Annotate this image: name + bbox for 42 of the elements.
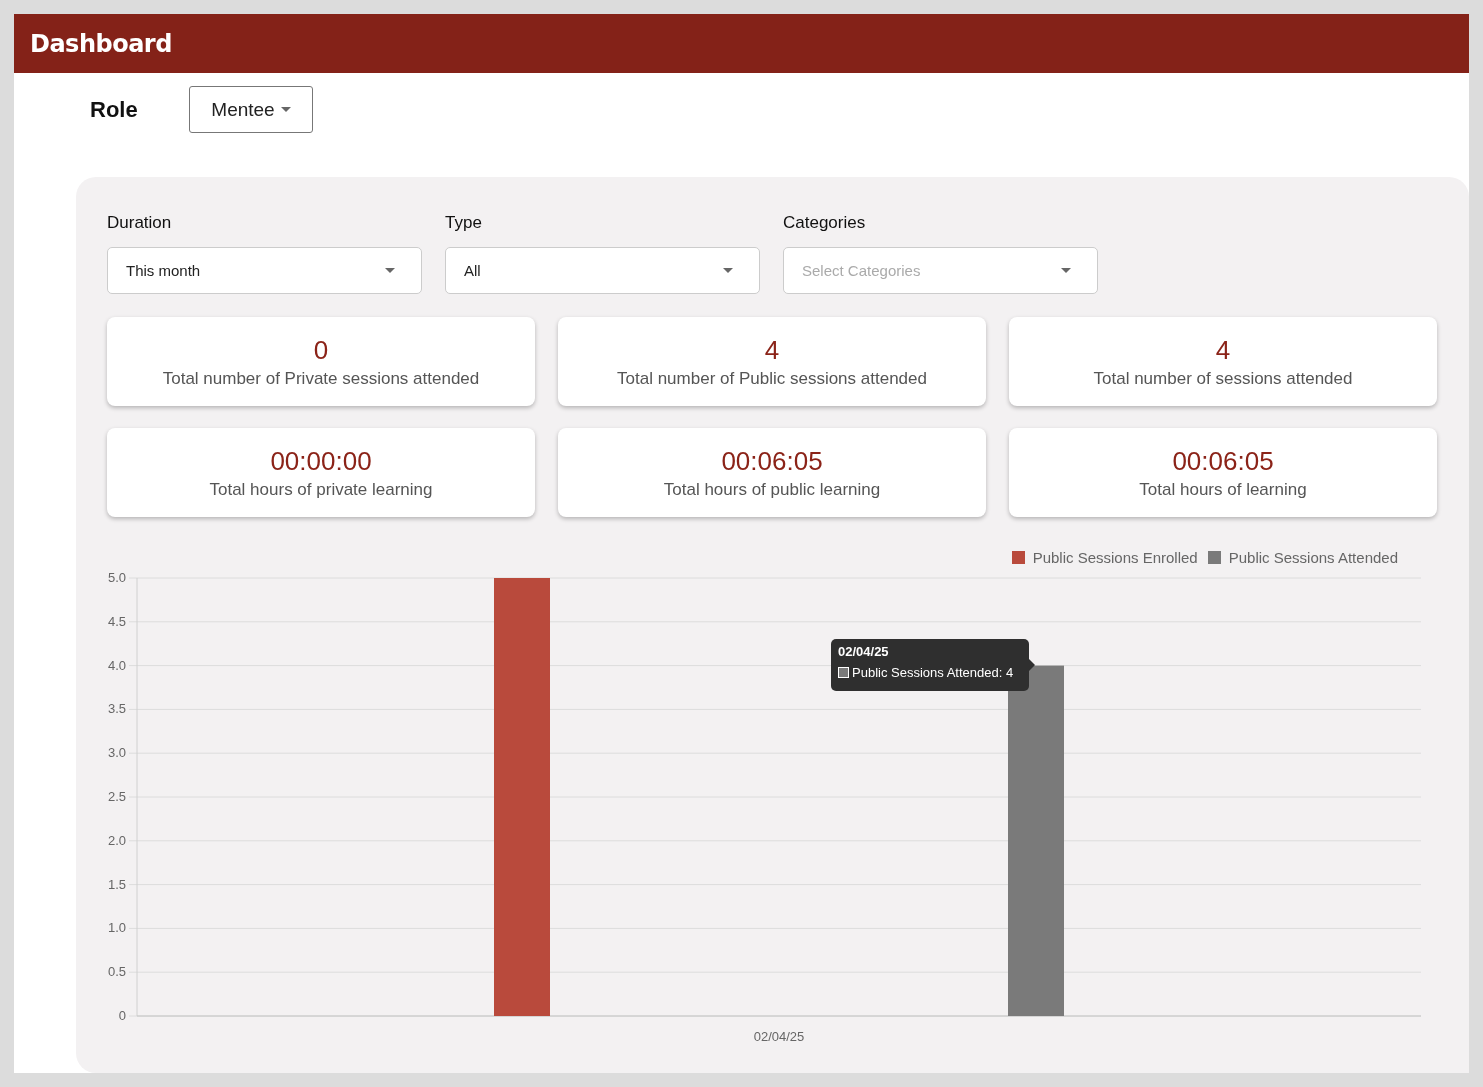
stat-label: Total number of Private sessions attended <box>162 368 480 389</box>
legend-label[interactable]: Public Sessions Enrolled <box>1032 548 1198 566</box>
select-field[interactable]: All <box>445 247 760 294</box>
bar[interactable] <box>1008 665 1064 1016</box>
page-title: Dashboard <box>30 29 172 58</box>
caret-icon <box>280 107 291 112</box>
y-tick-label: 3.5 <box>107 701 126 717</box>
y-tick-label: 1.5 <box>107 876 126 892</box>
stat-value: 4 <box>1215 334 1231 365</box>
stat-value: 0 <box>313 334 329 365</box>
y-tick-label: 3.0 <box>107 745 126 761</box>
filter-label: Categories <box>783 213 867 234</box>
y-tick-label: 1.0 <box>107 920 126 936</box>
legend-label[interactable]: Public Sessions Attended <box>1228 548 1398 566</box>
y-tick-label: 4.0 <box>107 657 126 673</box>
y-tick-label: 0 <box>118 1008 126 1023</box>
y-tick-label: 4.5 <box>107 613 126 629</box>
stat-value: 4 <box>764 334 780 365</box>
tooltip-title: 02/04/25 <box>838 644 890 659</box>
stat-value: 00:06:05 <box>1172 445 1274 476</box>
y-tick-label: 5.0 <box>107 573 126 585</box>
y-tick-label: 0.5 <box>107 964 126 980</box>
role-label: Role <box>90 96 139 123</box>
caret-icon <box>723 268 733 273</box>
caret-icon <box>385 268 395 273</box>
x-tick-label: 02/04/25 <box>753 1029 805 1044</box>
y-tick-label: 2.5 <box>107 789 126 804</box>
stat-label: Total hours of learning <box>1139 479 1307 500</box>
filter-label: Duration <box>107 213 173 234</box>
filter-label: Type <box>445 213 483 234</box>
stat-label: Total number of sessions attended <box>1093 368 1353 389</box>
tooltip-swatch <box>838 667 849 678</box>
stat-label: Total number of Public sessions attended <box>617 368 927 389</box>
y-tick-label: 2.0 <box>107 832 126 848</box>
role-dropdown[interactable]: Mentee <box>189 86 313 133</box>
stat-label: Total hours of public learning <box>663 479 881 500</box>
stat-label: Total hours of private learning <box>209 479 433 500</box>
tooltip-text: Public Sessions Attended: 4 <box>852 665 1014 680</box>
select-field[interactable]: This month <box>107 247 422 294</box>
caret-icon <box>1061 268 1071 273</box>
stat-value: 00:06:05 <box>721 445 823 476</box>
stat-value: 00:00:00 <box>270 445 372 476</box>
